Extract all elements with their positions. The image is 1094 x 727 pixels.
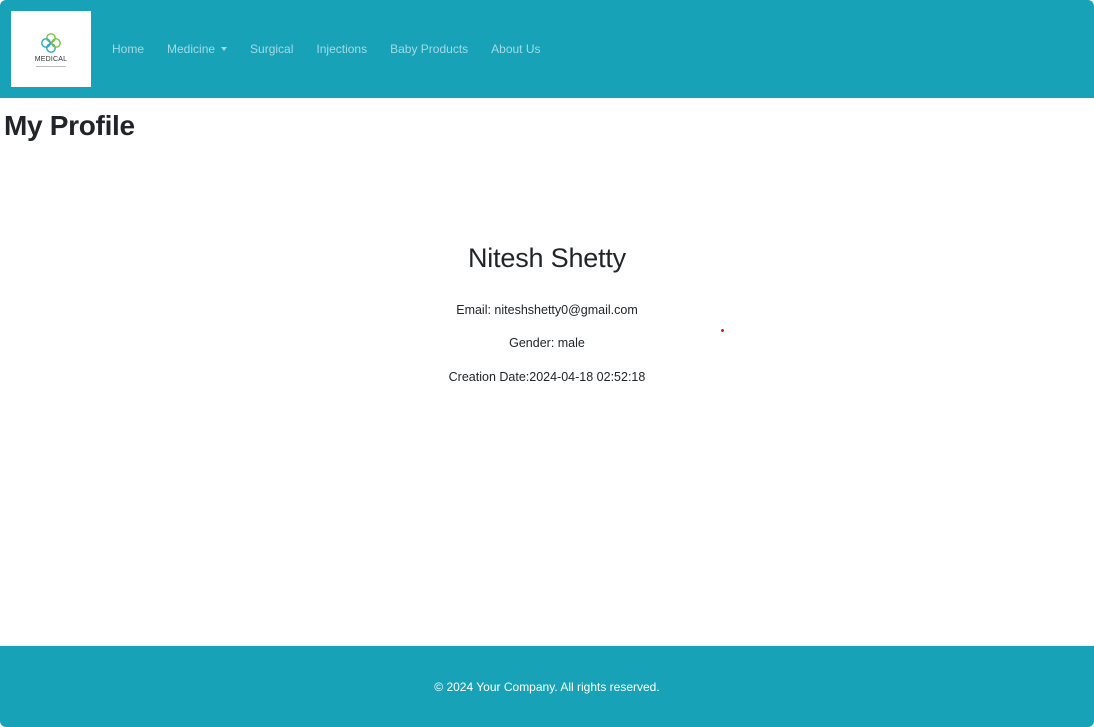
nav-item-surgical[interactable]: Surgical [250, 42, 293, 56]
nav-item-label: Home [112, 42, 145, 56]
medical-cross-logo-icon [41, 33, 61, 53]
nav-item-baby-products[interactable]: Baby Products [390, 42, 468, 56]
nav-item-label: Injections [316, 42, 368, 56]
nav-menu: Home Medicine Surgical Injections Baby P… [112, 0, 564, 98]
profile-gender: Gender: male [509, 336, 585, 350]
profile-creation-date: Creation Date:2024-04-18 02:52:18 [448, 370, 646, 384]
nav-item-home[interactable]: Home [112, 42, 144, 56]
logo-divider [36, 66, 66, 67]
brand-logo[interactable]: MEDICAL [11, 11, 91, 87]
nav-item-label: About Us [491, 42, 541, 56]
nav-item-label: Surgical [250, 42, 294, 56]
top-navbar: MEDICAL Home Medicine Surgical Injection… [0, 0, 1094, 98]
nav-item-injections[interactable]: Injections [316, 42, 367, 56]
footer-copyright: © 2024 Your Company. All rights reserved… [434, 679, 660, 694]
nav-item-about-us[interactable]: About Us [491, 42, 540, 56]
nav-item-label: Medicine [167, 42, 216, 56]
nav-item-label: Baby Products [390, 42, 469, 56]
profile-card: Nitesh Shetty Email: niteshshetty0@gmail… [0, 243, 1094, 384]
logo-text: MEDICAL [34, 56, 68, 63]
chevron-down-icon [221, 47, 228, 51]
footer: © 2024 Your Company. All rights reserved… [0, 646, 1094, 727]
app-window: MEDICAL Home Medicine Surgical Injection… [0, 0, 1094, 727]
profile-name: Nitesh Shetty [468, 243, 626, 273]
profile-email: Email: niteshshetty0@gmail.com [456, 303, 638, 317]
page-title: My Profile [4, 110, 135, 141]
cursor-dot [721, 329, 724, 332]
nav-item-medicine[interactable]: Medicine [167, 42, 228, 56]
